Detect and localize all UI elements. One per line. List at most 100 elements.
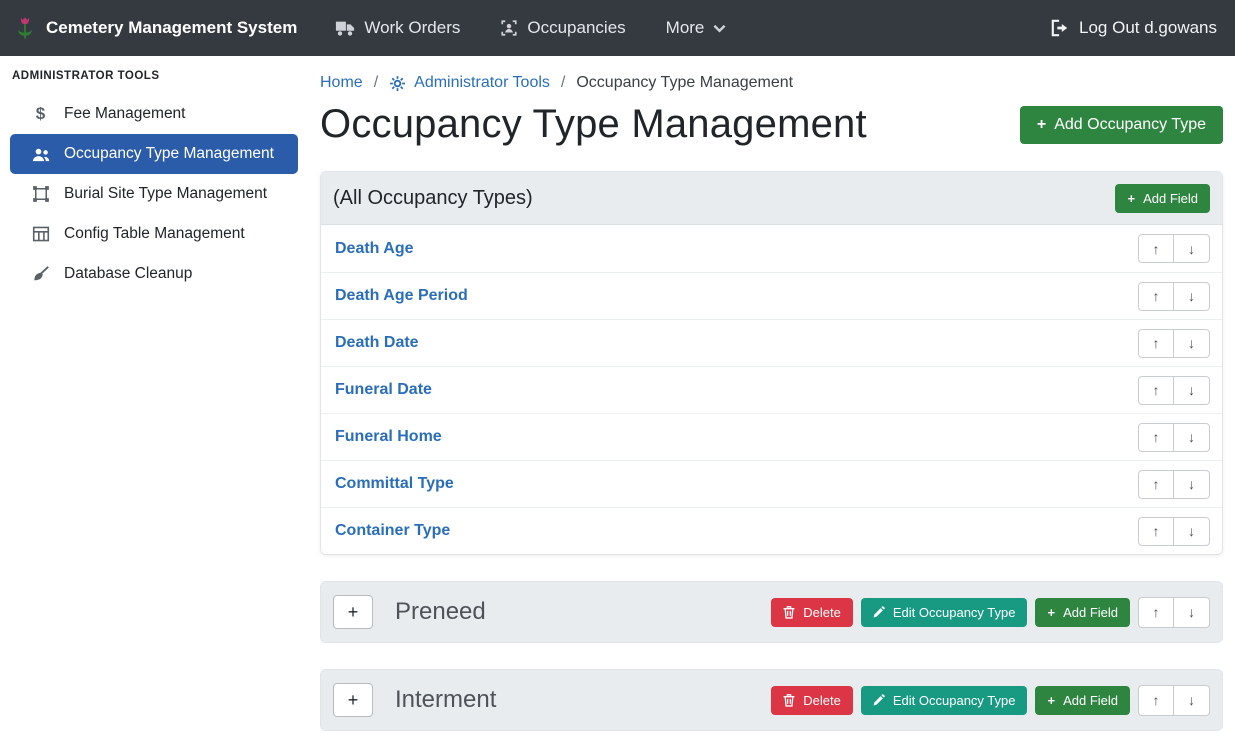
panel-actions: Delete Edit Occupancy Type + Add Field ↑ bbox=[771, 597, 1210, 628]
field-link[interactable]: Funeral Date bbox=[335, 381, 432, 399]
person-frame-icon bbox=[500, 19, 518, 37]
nav-occupancies[interactable]: Occupancies bbox=[500, 18, 625, 38]
sign-out-icon bbox=[1050, 19, 1070, 37]
nav-work-orders[interactable]: Work Orders bbox=[335, 18, 460, 38]
sidebar: ADMINISTRATOR TOOLS $ Fee Management Occ… bbox=[0, 56, 308, 738]
panel-title: (All Occupancy Types) bbox=[333, 187, 533, 210]
vector-square-icon bbox=[30, 185, 51, 203]
plus-icon: + bbox=[1127, 191, 1135, 206]
sidebar-item-fee-management[interactable]: $ Fee Management bbox=[0, 94, 308, 134]
all-occupancy-types-panel: (All Occupancy Types) + Add Field Death … bbox=[320, 171, 1223, 555]
move-down-button[interactable]: ↓ bbox=[1174, 329, 1210, 358]
move-up-button[interactable]: ↑ bbox=[1138, 234, 1174, 263]
trash-icon bbox=[783, 694, 795, 707]
add-occupancy-type-button[interactable]: + Add Occupancy Type bbox=[1020, 106, 1223, 144]
field-link[interactable]: Death Age Period bbox=[335, 287, 468, 305]
trash-icon bbox=[783, 606, 795, 619]
sidebar-item-config-table-management[interactable]: Config Table Management bbox=[0, 214, 308, 254]
breadcrumb: Home / Administrator Tools / Occupancy T… bbox=[320, 56, 1223, 94]
field-link[interactable]: Death Date bbox=[335, 334, 419, 352]
breadcrumb-separator: / bbox=[374, 74, 378, 92]
reorder-controls: ↑ ↓ bbox=[1138, 376, 1210, 405]
move-up-button[interactable]: ↑ bbox=[1138, 597, 1174, 628]
occupancy-type-panel-preneed: + Preneed Delete bbox=[320, 581, 1223, 643]
title-row: Occupancy Type Management + Add Occupanc… bbox=[320, 102, 1223, 147]
nav-label: Work Orders bbox=[364, 18, 460, 38]
app-title: Cemetery Management System bbox=[46, 18, 297, 38]
plus-icon: + bbox=[1047, 605, 1055, 620]
button-label: Delete bbox=[803, 693, 841, 708]
field-link[interactable]: Death Age bbox=[335, 240, 414, 258]
reorder-controls: ↑ ↓ bbox=[1138, 470, 1210, 499]
logout-label: Log Out d.gowans bbox=[1079, 18, 1217, 38]
tulip-logo-icon bbox=[14, 16, 36, 40]
field-row: Container Type ↑ ↓ bbox=[321, 507, 1222, 554]
move-down-button[interactable]: ↓ bbox=[1174, 282, 1210, 311]
expand-button[interactable]: + bbox=[333, 683, 373, 717]
field-row: Funeral Date ↑ ↓ bbox=[321, 366, 1222, 413]
panel-header: (All Occupancy Types) + Add Field bbox=[321, 172, 1222, 225]
edit-occupancy-type-button[interactable]: Edit Occupancy Type bbox=[861, 686, 1028, 715]
plus-icon: + bbox=[1047, 693, 1055, 708]
sidebar-item-label: Occupancy Type Management bbox=[64, 145, 274, 163]
sidebar-item-label: Config Table Management bbox=[64, 225, 245, 243]
sidebar-item-burial-site-type-management[interactable]: Burial Site Type Management bbox=[0, 174, 308, 214]
add-field-button[interactable]: + Add Field bbox=[1035, 598, 1130, 627]
logout-button[interactable]: Log Out d.gowans bbox=[1050, 18, 1217, 38]
field-link[interactable]: Container Type bbox=[335, 522, 450, 540]
breadcrumb-admin-tools[interactable]: Administrator Tools bbox=[389, 74, 550, 92]
gear-icon bbox=[389, 75, 406, 92]
reorder-controls: ↑ ↓ bbox=[1138, 329, 1210, 358]
field-row: Funeral Home ↑ ↓ bbox=[321, 413, 1222, 460]
move-up-button[interactable]: ↑ bbox=[1138, 685, 1174, 716]
reorder-controls: ↑ ↓ bbox=[1138, 423, 1210, 452]
panel-title: Preneed bbox=[395, 598, 486, 626]
move-up-button[interactable]: ↑ bbox=[1138, 282, 1174, 311]
edit-occupancy-type-button[interactable]: Edit Occupancy Type bbox=[861, 598, 1028, 627]
delete-button[interactable]: Delete bbox=[771, 598, 853, 627]
move-down-button[interactable]: ↓ bbox=[1174, 470, 1210, 499]
move-down-button[interactable]: ↓ bbox=[1174, 376, 1210, 405]
button-label: Add Occupancy Type bbox=[1054, 116, 1206, 134]
move-down-button[interactable]: ↓ bbox=[1174, 685, 1210, 716]
field-link[interactable]: Funeral Home bbox=[335, 428, 442, 446]
panel-title: Interment bbox=[395, 686, 496, 714]
sidebar-item-database-cleanup[interactable]: Database Cleanup bbox=[0, 254, 308, 294]
expand-button[interactable]: + bbox=[333, 595, 373, 629]
field-row: Death Age ↑ ↓ bbox=[321, 225, 1222, 272]
move-down-button[interactable]: ↓ bbox=[1174, 597, 1210, 628]
button-label: Add Field bbox=[1063, 605, 1118, 620]
add-field-button[interactable]: + Add Field bbox=[1115, 184, 1210, 213]
pencil-icon bbox=[873, 606, 885, 618]
truck-icon bbox=[335, 19, 355, 37]
button-label: Edit Occupancy Type bbox=[893, 693, 1016, 708]
reorder-controls: ↑ ↓ bbox=[1138, 517, 1210, 546]
add-field-button[interactable]: + Add Field bbox=[1035, 686, 1130, 715]
move-down-button[interactable]: ↓ bbox=[1174, 234, 1210, 263]
move-up-button[interactable]: ↑ bbox=[1138, 517, 1174, 546]
reorder-controls: ↑ ↓ bbox=[1138, 234, 1210, 263]
breadcrumb-current: Occupancy Type Management bbox=[576, 74, 793, 92]
move-up-button[interactable]: ↑ bbox=[1138, 470, 1174, 499]
chevron-down-icon bbox=[713, 24, 726, 33]
broom-icon bbox=[30, 266, 51, 283]
move-down-button[interactable]: ↓ bbox=[1174, 423, 1210, 452]
delete-button[interactable]: Delete bbox=[771, 686, 853, 715]
field-row: Death Date ↑ ↓ bbox=[321, 319, 1222, 366]
move-up-button[interactable]: ↑ bbox=[1138, 329, 1174, 358]
field-link[interactable]: Committal Type bbox=[335, 475, 454, 493]
move-down-button[interactable]: ↓ bbox=[1174, 517, 1210, 546]
sidebar-item-label: Fee Management bbox=[64, 105, 186, 123]
app-brand[interactable]: Cemetery Management System bbox=[14, 16, 297, 40]
main-content: Home / Administrator Tools / Occupancy T… bbox=[308, 56, 1235, 738]
sidebar-item-occupancy-type-management[interactable]: Occupancy Type Management bbox=[10, 134, 298, 174]
breadcrumb-home[interactable]: Home bbox=[320, 74, 363, 92]
button-label: Delete bbox=[803, 605, 841, 620]
users-icon bbox=[30, 146, 51, 163]
reorder-controls: ↑ ↓ bbox=[1138, 597, 1210, 628]
sidebar-item-label: Database Cleanup bbox=[64, 265, 192, 283]
nav-more[interactable]: More bbox=[666, 18, 727, 38]
nav-label: More bbox=[666, 18, 705, 38]
move-up-button[interactable]: ↑ bbox=[1138, 376, 1174, 405]
move-up-button[interactable]: ↑ bbox=[1138, 423, 1174, 452]
